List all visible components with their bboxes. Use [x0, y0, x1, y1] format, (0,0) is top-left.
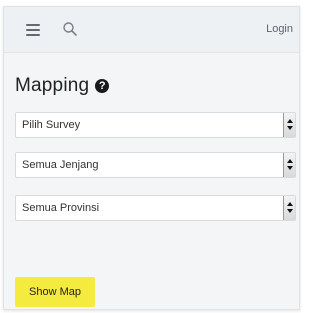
provinsi-select-value: Semua Provinsi: [22, 202, 100, 214]
dropdown-arrow-icon[interactable]: [283, 113, 295, 137]
survey-select[interactable]: Pilih Survey: [15, 112, 296, 138]
jenjang-select-value: Semua Jenjang: [22, 159, 99, 171]
dropdown-arrow-icon[interactable]: [283, 196, 295, 220]
page-title-text: Mapping: [15, 75, 90, 96]
app-frame: Login Mapping ? Pilih Survey Semua Jenja…: [0, 0, 307, 313]
top-navbar: Login: [4, 7, 299, 53]
page-title: Mapping ?: [15, 75, 110, 97]
jenjang-select[interactable]: Semua Jenjang: [15, 152, 296, 178]
search-icon[interactable]: [62, 21, 78, 37]
login-link[interactable]: Login: [266, 23, 293, 35]
hamburger-menu-icon[interactable]: [26, 24, 40, 36]
dropdown-arrow-icon[interactable]: [283, 153, 295, 177]
survey-select-value: Pilih Survey: [22, 119, 81, 131]
provinsi-select[interactable]: Semua Provinsi: [15, 195, 296, 221]
question-circle-icon[interactable]: ?: [95, 79, 110, 93]
show-map-button[interactable]: Show Map: [15, 277, 95, 307]
